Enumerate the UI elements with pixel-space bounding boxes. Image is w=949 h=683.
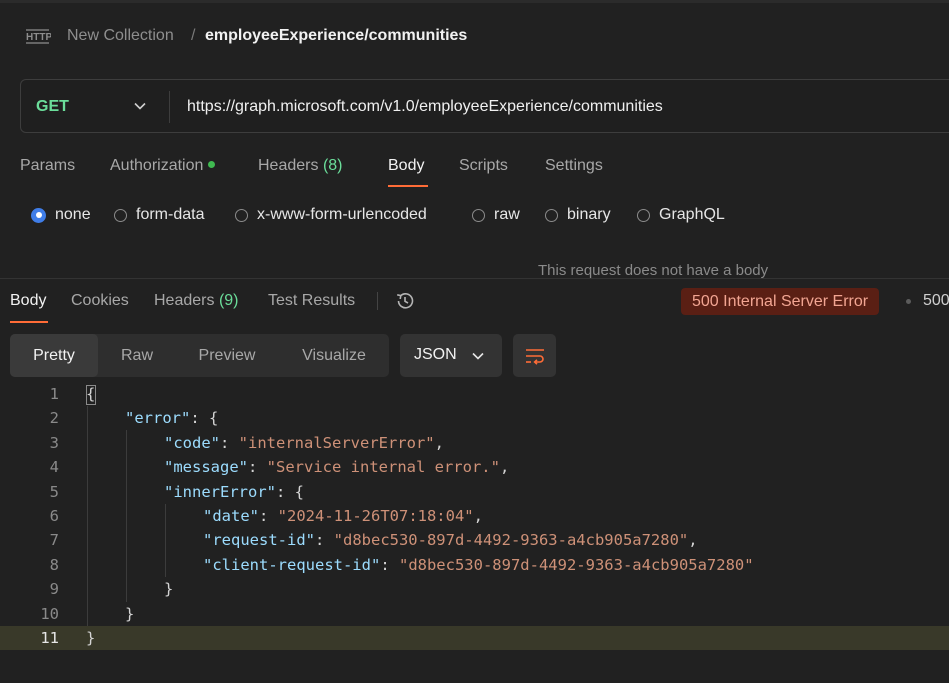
line-number: 11 <box>40 628 59 647</box>
wrap-lines-icon <box>526 349 544 365</box>
radio-none-label: none <box>55 206 91 223</box>
history-icon[interactable] <box>394 290 416 312</box>
code-text: } <box>125 604 135 623</box>
chevron-down-icon[interactable] <box>133 99 147 113</box>
breadcrumb-collection[interactable]: New Collection <box>67 27 174 45</box>
line-number: 1 <box>49 385 59 403</box>
url-input[interactable]: https://graph.microsoft.com/v1.0/employe… <box>187 98 663 116</box>
line-number: 10 <box>40 604 59 623</box>
url-divider <box>169 91 170 123</box>
radio-binary[interactable]: binary <box>545 205 611 225</box>
view-mode-group: Pretty Raw Preview Visualize <box>10 334 389 377</box>
tab-authorization-label: Authorization <box>110 157 204 174</box>
breadcrumb-request-name[interactable]: employeeExperience/communities <box>205 27 467 45</box>
view-preview-button[interactable]: Preview <box>186 334 268 377</box>
radio-graphql[interactable]: GraphQL <box>637 205 725 225</box>
tab-authorization[interactable]: Authorization <box>110 157 216 175</box>
radio-unchecked-icon <box>637 208 650 222</box>
auth-status-dot <box>208 161 216 168</box>
radio-graphql-label: GraphQL <box>659 206 725 223</box>
tab-headers[interactable]: Headers (8) <box>258 157 343 175</box>
response-tab-test-results[interactable]: Test Results <box>268 292 355 310</box>
url-bar: GET https://graph.microsoft.com/v1.0/emp… <box>20 79 949 133</box>
view-raw-button[interactable]: Raw <box>108 334 166 377</box>
radio-unchecked-icon <box>545 208 558 222</box>
radio-urlencoded-label: x-www-form-urlencoded <box>257 206 427 223</box>
line-number: 2 <box>49 409 59 428</box>
code-line: 10} <box>0 602 949 626</box>
code-line: 7 "request-id": "d8bec530-897d-4492-9363-… <box>0 528 949 552</box>
http-icon: HTTP <box>26 29 51 44</box>
tab-headers-label: Headers <box>258 157 319 174</box>
radio-checked-icon <box>31 207 46 223</box>
tab-headers-count: (8) <box>322 157 343 174</box>
response-tab-cookies[interactable]: Cookies <box>71 292 129 310</box>
line-number: 3 <box>49 433 59 452</box>
radio-none[interactable]: none <box>31 205 91 225</box>
response-tab-headers-label: Headers <box>154 292 215 309</box>
radio-form-data[interactable]: form-data <box>114 205 204 225</box>
code-line: 4 "message": "Service internal error.", <box>0 455 949 479</box>
code-line-current: 11} <box>0 625 949 651</box>
code-line: 1{ <box>0 382 949 406</box>
svg-text:HTTP: HTTP <box>26 32 51 43</box>
code-line: 9} <box>0 577 949 601</box>
code-text: "client-request-id": "d8bec530-897d-4492… <box>203 555 754 574</box>
code-text: "error": { <box>125 409 219 428</box>
response-body-editor[interactable]: 1{ 2 "error": { 3 "code": "internalServerE… <box>0 382 949 651</box>
line-number: 6 <box>49 506 59 525</box>
breadcrumb-separator: / <box>191 27 196 44</box>
top-border <box>0 0 949 3</box>
code-text: "request-id": "d8bec530-897d-4492-9363-a… <box>203 531 698 550</box>
response-active-tab-indicator <box>10 321 48 323</box>
radio-unchecked-icon <box>235 208 248 222</box>
tab-scripts[interactable]: Scripts <box>459 157 508 175</box>
active-tab-indicator <box>388 185 428 187</box>
tab-settings[interactable]: Settings <box>545 157 603 175</box>
line-number: 9 <box>49 580 59 599</box>
pane-resize-handle[interactable] <box>0 278 949 279</box>
toolbar-separator <box>377 292 378 310</box>
line-number: 7 <box>49 531 59 550</box>
line-number: 8 <box>49 555 59 574</box>
wrap-lines-button[interactable] <box>513 334 556 377</box>
radio-binary-label: binary <box>567 206 611 223</box>
status-badge[interactable]: 500 Internal Server Error <box>681 288 880 315</box>
code-line: 8 "client-request-id": "d8bec530-897d-449… <box>0 553 949 577</box>
method-select[interactable]: GET <box>36 98 69 116</box>
tab-params[interactable]: Params <box>20 157 75 175</box>
format-label: JSON <box>414 346 457 363</box>
radio-x-www-form-urlencoded[interactable]: x-www-form-urlencoded <box>235 205 427 225</box>
code-line: 3 "code": "internalServerError", <box>0 431 949 455</box>
code-text: } <box>86 628 96 647</box>
radio-unchecked-icon <box>472 208 485 222</box>
radio-raw[interactable]: raw <box>472 205 520 225</box>
response-tab-headers-count: (9) <box>218 292 239 309</box>
line-number: 4 <box>49 458 59 477</box>
response-tab-body[interactable]: Body <box>10 292 46 310</box>
chevron-down-icon <box>472 352 484 360</box>
radio-unchecked-icon <box>114 208 127 222</box>
code-text: "date": "2024-11-26T07:18:04", <box>203 506 483 525</box>
format-select[interactable]: JSON <box>400 334 502 377</box>
code-text: { <box>86 385 96 403</box>
code-line: 2 "error": { <box>0 406 949 430</box>
no-body-message: This request does not have a body <box>538 262 769 279</box>
radio-form-data-label: form-data <box>136 206 205 223</box>
response-time[interactable]: 500 <box>923 292 949 310</box>
tab-body[interactable]: Body <box>388 157 424 175</box>
code-text: "code": "internalServerError", <box>164 433 444 452</box>
view-pretty-button[interactable]: Pretty <box>10 334 98 377</box>
code-line: 5 "innerError": { <box>0 480 949 504</box>
view-visualize-button[interactable]: Visualize <box>288 334 380 377</box>
code-text: "message": "Service internal error.", <box>164 458 510 477</box>
code-line: 6 "date": "2024-11-26T07:18:04", <box>0 504 949 528</box>
code-text: "innerError": { <box>164 482 304 501</box>
code-text: } <box>164 580 174 599</box>
status-separator-dot <box>906 299 911 304</box>
radio-raw-label: raw <box>494 206 520 223</box>
response-tab-headers[interactable]: Headers (9) <box>154 292 239 310</box>
line-number: 5 <box>49 482 59 501</box>
